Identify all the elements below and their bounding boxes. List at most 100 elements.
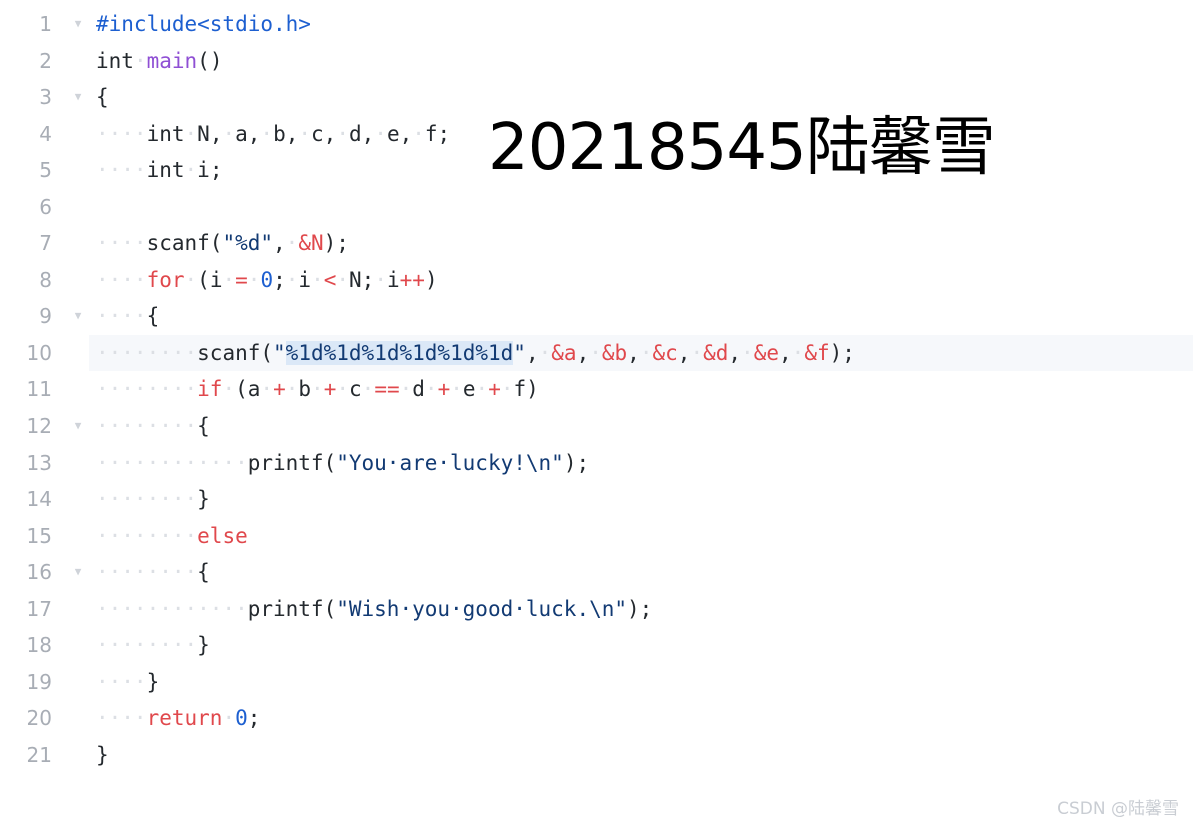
code-token-dot: · (399, 377, 413, 402)
code-token-num: 0 (235, 706, 248, 731)
code-token-plain: c (349, 377, 362, 402)
code-line-source[interactable]: ········else (89, 518, 248, 555)
code-token-dot: ···· (96, 267, 147, 292)
code-line[interactable]: 16 ▼ ········{ (0, 554, 1193, 591)
code-token-plain: ); (829, 340, 855, 365)
line-number: 17 (26, 596, 52, 621)
code-line[interactable]: 1 ▼ #include<stdio.h> (0, 6, 1193, 43)
code-line-source[interactable]: ····for·(i·=·0;·i·<·N;·i++) (89, 262, 438, 299)
code-line[interactable]: 20 ····return·0; (0, 700, 1193, 737)
code-token-dot: ···· (96, 706, 147, 731)
code-line[interactable]: 10 ········scanf("%1d%1d%1d%1d%1d%1d",·&a… (0, 334, 1193, 372)
line-number: 9 (39, 304, 52, 329)
code-token-amp: &c (652, 340, 678, 365)
code-token-plain: N, (197, 121, 223, 146)
code-token-kw: else (197, 523, 248, 548)
code-line-source[interactable]: ····int·i; (89, 152, 222, 189)
code-token-dot: ···· (96, 231, 147, 256)
code-line[interactable]: 15 ········else (0, 518, 1193, 555)
fold-arrow-icon[interactable]: ▼ (70, 6, 86, 43)
code-line-source[interactable]: ········if·(a·+·b·+·c·==·d·+·e·+·f) (89, 371, 539, 408)
code-line-source[interactable]: } (89, 737, 109, 774)
code-token-plain: , (627, 340, 640, 365)
code-token-dot: · (639, 340, 653, 365)
code-token-plain: , (677, 340, 691, 365)
code-token-dot: · (184, 158, 198, 183)
code-line-source[interactable]: int·main() (89, 43, 222, 80)
code-token-dot: · (412, 121, 425, 146)
code-line-source[interactable]: ····{ (89, 298, 159, 335)
code-token-op: + (488, 377, 501, 402)
code-token-plain: , (576, 340, 590, 365)
code-line[interactable]: 2 int·main() (0, 43, 1193, 80)
code-token-plain: { (146, 304, 160, 329)
code-line-source[interactable]: ····} (89, 664, 159, 701)
code-token-dot: · (336, 267, 350, 292)
code-token-dot: · (311, 267, 324, 292)
fold-arrow-icon[interactable]: ▼ (70, 298, 86, 335)
code-token-dot: · (336, 377, 349, 402)
code-token-str: " (273, 340, 286, 365)
code-line-source[interactable]: ········} (89, 627, 210, 664)
code-line-source[interactable]: ····scanf("%d",·&N); (89, 225, 349, 262)
code-token-plain: f) (513, 377, 539, 402)
code-token-dot: · (374, 267, 387, 292)
code-line-source[interactable]: ········{ (89, 408, 210, 445)
code-line-source[interactable]: ········{ (89, 554, 210, 591)
code-token-dot: · (222, 377, 236, 402)
line-number: 7 (39, 231, 52, 256)
code-line[interactable]: 8 ····for·(i·=·0;·i·<·N;·i++) (0, 262, 1193, 299)
code-token-plain: b, (273, 121, 299, 146)
code-line[interactable]: 18 ········} (0, 627, 1193, 664)
line-number: 20 (26, 706, 52, 731)
code-token-plain: ); (627, 596, 653, 621)
code-token-dot: · (589, 340, 602, 365)
code-token-dot: ········ (96, 487, 198, 512)
code-line-source[interactable]: #include<stdio.h> (89, 6, 311, 43)
code-token-plain: i; (197, 158, 223, 183)
code-line[interactable]: 17 ············printf("Wish·you·good·luck… (0, 591, 1193, 628)
fold-arrow-icon[interactable]: ▼ (70, 79, 86, 116)
code-line[interactable]: 14 ········} (0, 481, 1193, 518)
code-token-op: = (235, 267, 248, 292)
code-line-source[interactable]: { (89, 79, 109, 116)
fold-arrow-icon[interactable]: ▼ (70, 554, 86, 591)
code-token-dot: · (285, 267, 299, 292)
code-token-dot: · (222, 267, 236, 292)
code-line[interactable]: 12 ▼ ········{ (0, 408, 1193, 445)
code-token-op: < (323, 267, 337, 292)
code-token-dot: · (450, 377, 463, 402)
code-line-source[interactable]: ········} (89, 481, 210, 518)
code-token-plain: printf( (247, 450, 337, 475)
code-token-op: == (374, 377, 400, 402)
line-number: 12 (26, 414, 52, 439)
code-token-plain: } (197, 487, 210, 512)
code-token-dot: · (184, 267, 198, 292)
code-line[interactable]: 9 ▼ ····{ (0, 298, 1193, 335)
code-token-dot: · (538, 340, 552, 365)
code-line[interactable]: 7 ····scanf("%d",·&N); (0, 225, 1193, 262)
code-line[interactable]: 11 ········if·(a·+·b·+·c·==·d·+·e·+·f) (0, 371, 1193, 408)
code-line-source[interactable]: ········scanf("%1d%1d%1d%1d%1d%1d",·&a,·… (89, 335, 855, 372)
code-token-plain: { (96, 85, 109, 110)
code-token-str-mark: %1d (475, 340, 514, 365)
code-line[interactable]: 21} (0, 737, 1193, 774)
line-number: 5 (39, 158, 52, 183)
code-line[interactable]: 19 ····} (0, 664, 1193, 701)
code-token-dot: · (260, 121, 274, 146)
code-token-str: " (513, 340, 526, 365)
fold-arrow-icon[interactable]: ▼ (70, 408, 86, 445)
code-token-plain: (i (197, 267, 223, 292)
code-line-source[interactable]: ····return·0; (89, 700, 260, 737)
code-token-plain: d (412, 377, 425, 402)
code-line[interactable]: 6 (0, 189, 1193, 226)
line-number: 21 (26, 742, 52, 767)
code-line-source[interactable]: ············printf("You·are·lucky!\n"); (89, 445, 589, 482)
code-editor[interactable]: 1 ▼ #include<stdio.h> 2 int·main() 3 ▼{4 ····in… (0, 0, 1193, 831)
code-line[interactable]: 13 ············printf("You·are·lucky!\n")… (0, 445, 1193, 482)
code-token-dot: ········ (96, 377, 198, 402)
code-token-amp: &d (703, 340, 729, 365)
code-line-source[interactable]: ············printf("Wish·you·good·luck.\… (89, 591, 652, 628)
code-line-source[interactable]: ····int·N,·a,·b,·c,·d,·e,·f; (89, 116, 450, 153)
code-token-plain: int (146, 121, 185, 146)
